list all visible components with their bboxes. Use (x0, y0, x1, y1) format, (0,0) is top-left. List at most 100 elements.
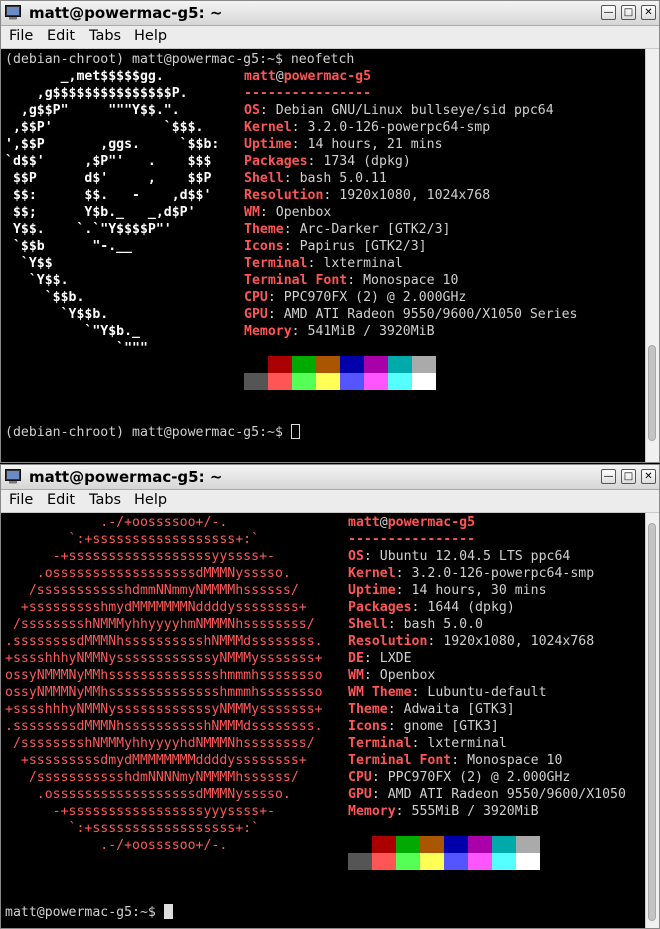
menu-file[interactable]: File (9, 492, 33, 508)
minimize-icon[interactable]: — (601, 469, 616, 484)
logo-line: /ssssssssssshdmNNNNmyNMMMMhssssss/ (5, 770, 299, 785)
info-key: Shell (348, 617, 388, 632)
terminal-output[interactable]: (debian-chroot) matt@powermac-g5:~$ neof… (1, 49, 645, 462)
logo-line: $$: $$. - ,d$$' (5, 188, 212, 203)
close-icon[interactable]: ✕ (641, 469, 656, 484)
logo-line: .ssssssssdMMMNhsssssssssshNMMMdssssssss. (5, 719, 323, 734)
menu-bar: File Edit Tabs Help (1, 490, 659, 513)
menu-bar: File Edit Tabs Help (1, 26, 659, 49)
info-row: Shell: bash 5.0.0 (348, 617, 483, 632)
menu-help[interactable]: Help (134, 28, 167, 44)
scrollbar-thumb[interactable] (648, 523, 656, 921)
scrollbar[interactable] (645, 49, 659, 462)
window-title: matt@powermac-g5: ~ (29, 4, 223, 22)
color-swatch (372, 853, 396, 870)
logo-line: -+ssssssssssssssssssyyssss+- (5, 549, 275, 564)
info-row: OS: Debian GNU/Linux bullseye/sid ppc64 (244, 103, 554, 118)
title-bar[interactable]: matt@powermac-g5: ~ — □ ✕ (1, 465, 659, 490)
logo-line: Y$$. `.`"Y$$$$P"' (5, 222, 172, 237)
cursor (163, 904, 173, 919)
color-swatch (492, 836, 516, 853)
color-swatch (516, 836, 540, 853)
color-swatch (412, 356, 436, 373)
menu-tabs[interactable]: Tabs (89, 28, 121, 44)
prompt-line[interactable]: (debian-chroot) matt@powermac-g5:~$ (5, 424, 300, 441)
info-row: Terminal: lxterminal (348, 736, 507, 751)
logo-line: +ssssssssshmydMMMMMMMNddddyssssssss+ (5, 600, 307, 615)
info-value: bash 5.0.0 (403, 617, 483, 632)
terminal-window-debian[interactable]: matt@powermac-g5: ~ — □ ✕ File Edit Tabs… (0, 0, 660, 463)
color-swatch (244, 356, 268, 373)
info-key: OS (348, 549, 364, 564)
neofetch-header: matt@powermac-g5 (244, 69, 372, 84)
info-value: 555MiB / 3920MiB (411, 804, 539, 819)
terminal-icon (5, 5, 21, 20)
logo-line: $$; Y$b._ _,d$P' (5, 205, 196, 220)
info-row: Kernel: 3.2.0-126-powerpc64-smp (244, 120, 491, 135)
info-key: OS (244, 103, 260, 118)
terminal-window-ubuntu[interactable]: matt@powermac-g5: ~ — □ ✕ File Edit Tabs… (0, 464, 660, 929)
menu-tabs[interactable]: Tabs (89, 492, 121, 508)
color-swatch (340, 356, 364, 373)
info-row: Icons: gnome [GTK3] (348, 719, 499, 734)
color-swatch (364, 373, 388, 390)
logo-line: +sssshhhyNMMNyssssssssssssyNMMMysssssss+ (5, 651, 323, 666)
scrollbar-thumb[interactable] (648, 345, 656, 441)
color-swatch (516, 853, 540, 870)
info-value: Openbox (379, 668, 436, 683)
info-key: CPU (244, 290, 268, 305)
menu-help[interactable]: Help (134, 492, 167, 508)
info-row: Resolution: 1920x1080, 1024x768 (348, 634, 595, 649)
info-value: gnome [GTK3] (403, 719, 499, 734)
maximize-icon[interactable]: □ (621, 469, 636, 484)
info-key: Terminal (348, 736, 412, 751)
minimize-icon[interactable]: — (601, 5, 616, 20)
prompt-line[interactable]: matt@powermac-g5:~$ (5, 904, 173, 921)
color-swatch (388, 356, 412, 373)
logo-line: ossyNMMMNyMMhsssssssssssssshmmmhssssssso (5, 685, 323, 700)
color-swatch (396, 853, 420, 870)
info-key: CPU (348, 770, 372, 785)
menu-edit[interactable]: Edit (47, 28, 75, 44)
info-value: Adwaita [GTK3] (403, 702, 515, 717)
terminal-output[interactable]: .-/+oossssoo+/-. `:+ssssssssssssssssss+:… (1, 513, 645, 928)
logo-line: .-/+oossssoo+/-. (5, 515, 228, 530)
neofetch-separator: ---------------- (348, 532, 476, 547)
info-key: Icons (244, 239, 284, 254)
window-title: matt@powermac-g5: ~ (29, 468, 223, 486)
color-swatch (292, 356, 316, 373)
info-row: OS: Ubuntu 12.04.5 LTS ppc64 (348, 549, 571, 564)
info-key: Terminal Font (348, 753, 452, 768)
logo-line: $$P d$' , $$P (5, 171, 212, 186)
logo-line: `""" (5, 341, 148, 356)
color-swatch (420, 836, 444, 853)
info-value: Lubuntu-default (427, 685, 547, 700)
logo-line: /ssssssssssshdmmNNmmyNMMMMhssssss/ (5, 583, 299, 598)
color-swatch (388, 373, 412, 390)
menu-edit[interactable]: Edit (47, 492, 75, 508)
color-swatch (348, 853, 372, 870)
logo-line: .ssssssssdMMMNhsssssssssshNMMMdssssssss. (5, 634, 323, 649)
info-row: Theme: Adwaita [GTK3] (348, 702, 515, 717)
color-swatch (468, 853, 492, 870)
info-row: Terminal Font: Monospace 10 (348, 753, 563, 768)
title-bar[interactable]: matt@powermac-g5: ~ — □ ✕ (1, 1, 659, 26)
color-swatch (292, 373, 316, 390)
info-key: Packages (348, 600, 412, 615)
info-row: Resolution: 1920x1080, 1024x768 (244, 188, 491, 203)
close-icon[interactable]: ✕ (641, 5, 656, 20)
command-line: (debian-chroot) matt@powermac-g5:~$ neof… (5, 52, 355, 67)
color-swatch (444, 836, 468, 853)
maximize-icon[interactable]: □ (621, 5, 636, 20)
info-value: PPC970FX (2) @ 2.000GHz (387, 770, 571, 785)
info-row: WM: Openbox (244, 205, 332, 220)
info-row: WM: Openbox (348, 668, 436, 683)
info-key: Resolution (348, 634, 428, 649)
scrollbar[interactable] (645, 513, 659, 928)
color-swatch (396, 836, 420, 853)
logo-line: `Y$$. (5, 273, 69, 288)
info-row: Theme: Arc-Darker [GTK2/3] (244, 222, 451, 237)
menu-file[interactable]: File (9, 28, 33, 44)
logo-line: `$$b. (5, 290, 85, 305)
info-row: Icons: Papirus [GTK2/3] (244, 239, 427, 254)
